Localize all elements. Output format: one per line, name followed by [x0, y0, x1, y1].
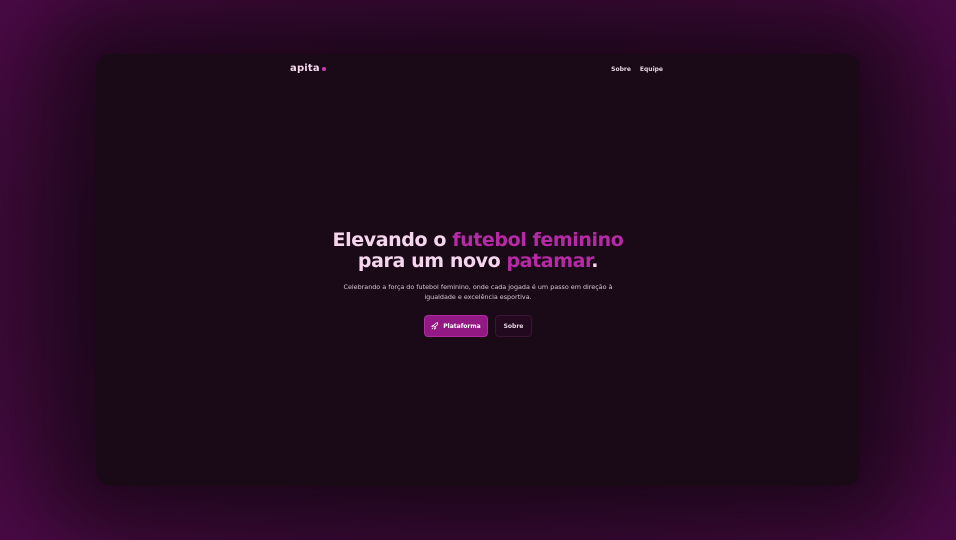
hero-title-period: . — [591, 250, 599, 272]
nav-links: Sobre Equipe — [611, 66, 663, 73]
logo-text: apita — [290, 63, 320, 74]
sobre-button-label: Sobre — [503, 322, 524, 330]
hero-title-text: Elevando o — [332, 229, 453, 251]
hero-title-accent: patamar — [506, 250, 592, 272]
top-nav: apita Sobre Equipe — [96, 54, 860, 86]
plataforma-button[interactable]: Plataforma — [424, 315, 488, 337]
logo-dot-icon — [321, 67, 326, 71]
nav-link-sobre[interactable]: Sobre — [611, 66, 631, 73]
rocket-icon — [431, 322, 439, 330]
sobre-button[interactable]: Sobre — [495, 315, 532, 337]
hero-title: Elevando o futebol feminino para um novo… — [96, 230, 860, 272]
logo[interactable]: apita — [290, 63, 326, 74]
hero-section: Elevando o futebol feminino para um novo… — [96, 230, 860, 337]
hero-buttons: Plataforma Sobre — [96, 315, 860, 337]
plataforma-button-label: Plataforma — [443, 322, 481, 330]
hero-title-text: para um novo — [357, 250, 507, 272]
hero-title-accent: futebol feminino — [452, 229, 624, 251]
app-window: apita Sobre Equipe Elevando o futebol fe… — [96, 54, 860, 486]
nav-link-equipe[interactable]: Equipe — [640, 66, 663, 73]
hero-subtitle: Celebrando a força do futebol feminino, … — [343, 283, 613, 301]
